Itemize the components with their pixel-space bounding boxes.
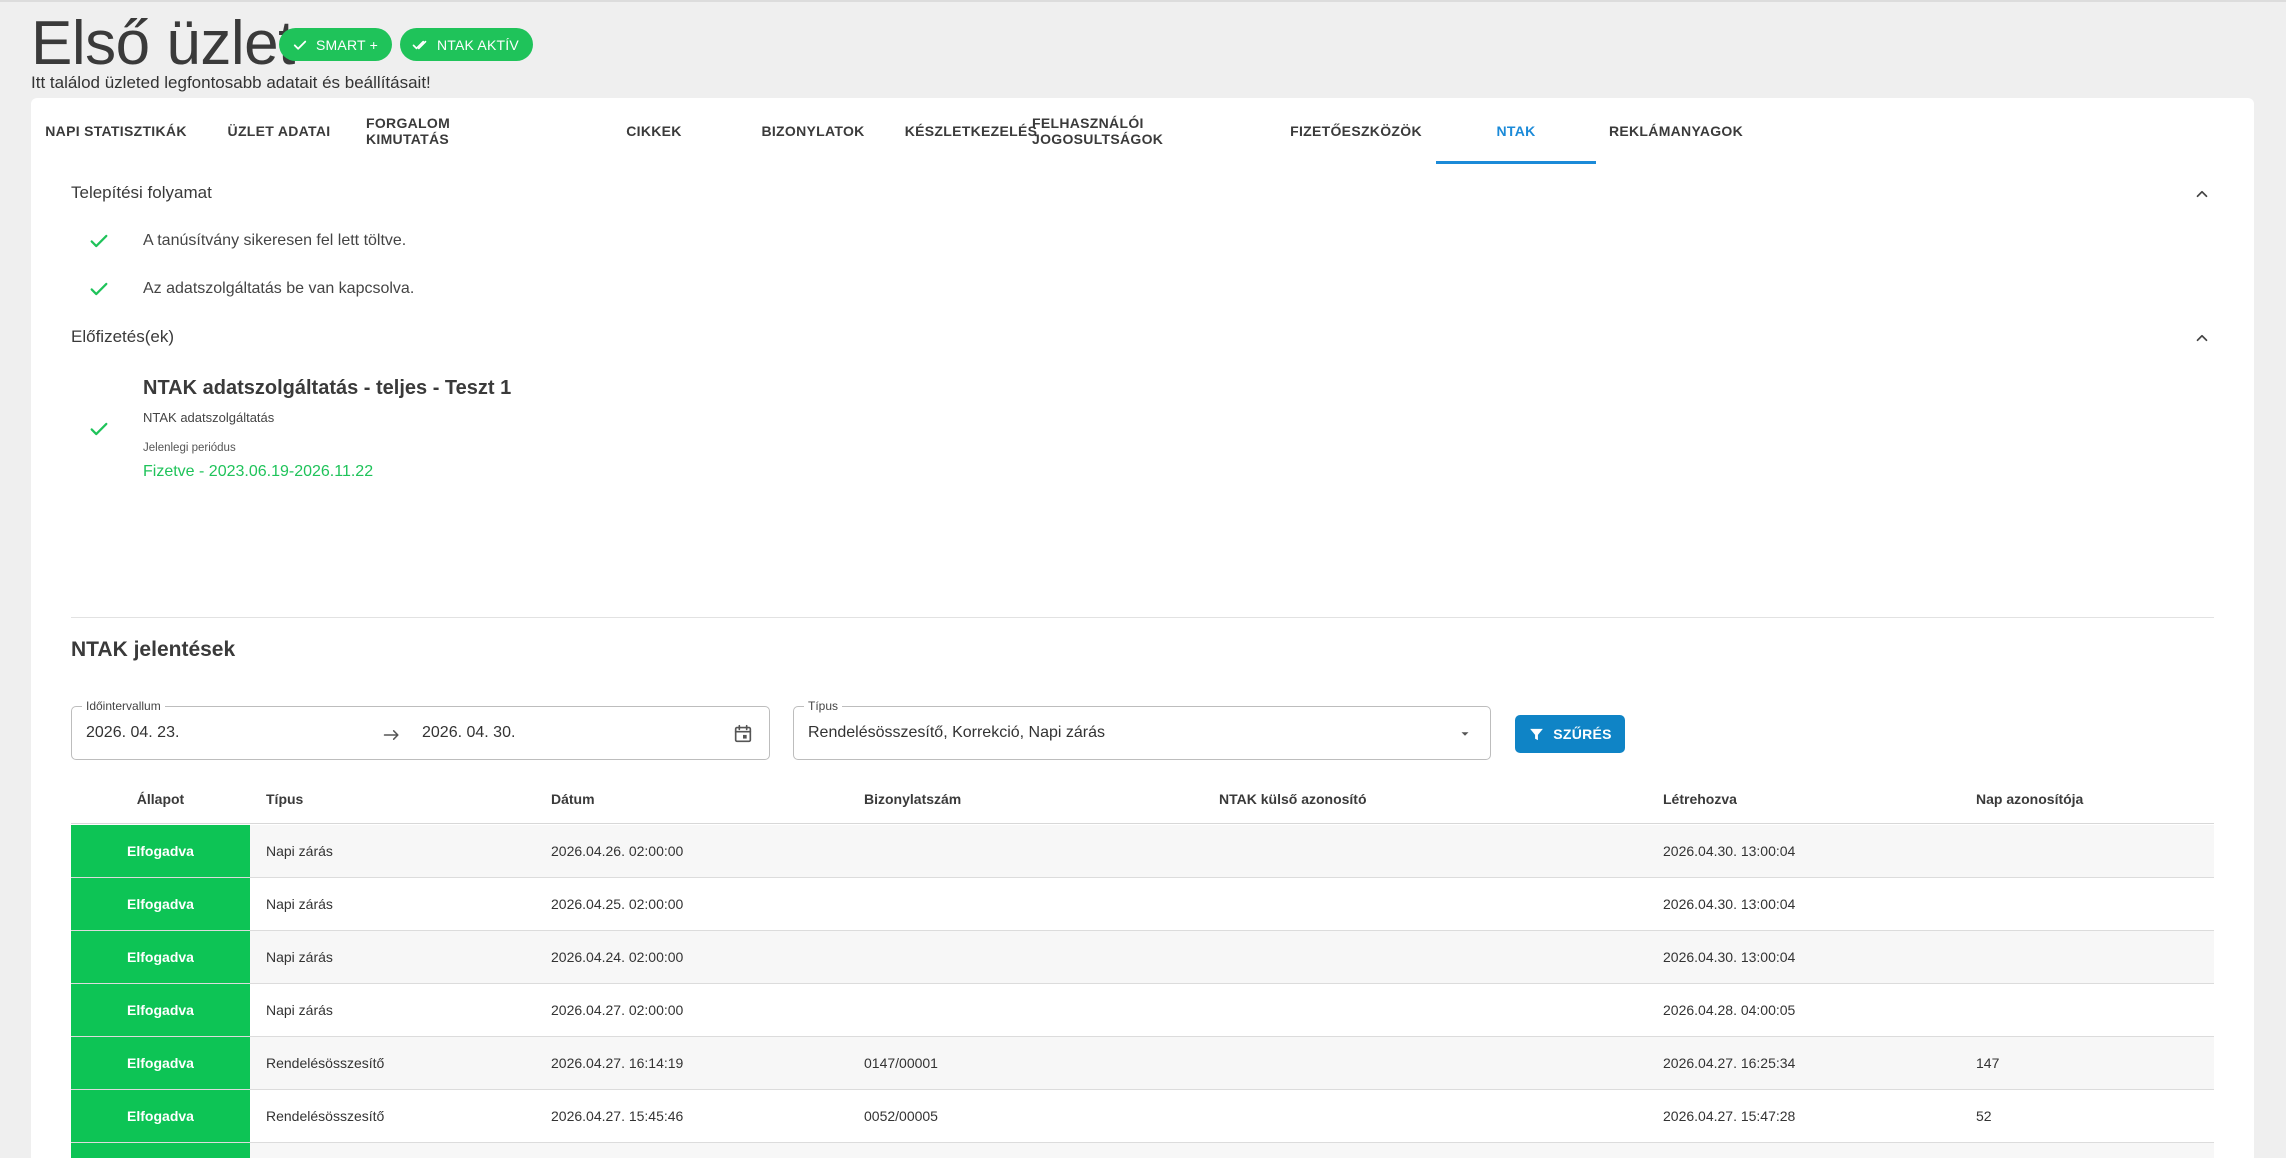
smart-plus-badge: SMART + [279,28,392,61]
cell-day-id: 147 [1976,1055,2000,1071]
cell-date: 2026.04.27. 02:00:00 [551,1002,684,1018]
date-from-input[interactable]: 2026. 04. 23. [86,724,179,742]
install-step: A tanúsítvány sikeresen fel lett töltve. [143,232,407,249]
install-step: Az adatszolgáltatás be van kapcsolva. [143,280,415,297]
tab-bizonylatok[interactable]: BIZONYLATOK [733,108,893,154]
tab-fizetoeszkozok[interactable]: FIZETŐESZKÖZÖK [1281,108,1431,154]
tab-uzlet-adatai[interactable]: ÜZLET ADATAI [224,108,334,154]
table-row[interactable]: Elfogadva Rendelésösszesítő 2026.04.27. … [71,1037,2214,1090]
table-row[interactable] [71,1143,2214,1158]
cell-created: 2026.04.27. 16:25:34 [1663,1055,1796,1071]
type-value: Rendelésösszesítő, Korrekció, Napi zárás [808,724,1106,741]
tab-reklamanyagok[interactable]: REKLÁMANYAGOK [1596,108,1756,154]
cell-date: 2026.04.27. 16:14:19 [551,1055,684,1071]
filter-icon [1530,728,1544,740]
status-badge: Elfogadva [71,825,250,877]
cell-type: Rendelésösszesítő [266,1055,385,1071]
cell-created: 2026.04.27. 15:47:28 [1663,1108,1796,1124]
date-range-picker[interactable]: Időintervallum 2026. 04. 23. 2026. 04. 3… [71,699,770,760]
date-range-label: Időintervallum [82,699,165,713]
status-badge: Elfogadva [71,1090,250,1142]
tab-cikkek[interactable]: CIKKEK [574,108,734,154]
chevron-up-icon[interactable] [2193,329,2211,347]
subscriptions-section-heading[interactable]: Előfizetés(ek) [71,327,174,347]
cell-day-id: 52 [1976,1108,1992,1124]
content-card: NAPI STATISZTIKÁK ÜZLET ADATAI FORGALOM … [31,98,2254,1158]
tab-felhasznaloi-jogosultsagok[interactable]: FELHASZNÁLÓI JOGOSULTSÁGOK [1032,108,1272,154]
tab-forgalom-kimutatas[interactable]: FORGALOM KIMUTATÁS [366,108,536,154]
cell-created: 2026.04.30. 13:00:04 [1663,949,1796,965]
cell-date: 2026.04.25. 02:00:00 [551,896,684,912]
period-value: Fizetve - 2023.06.19-2026.11.22 [143,463,374,480]
check-icon [90,282,108,296]
page-subtitle: Itt találod üzleted legfontosabb adatait… [31,73,431,92]
status-badge: Elfogadva [71,1037,250,1089]
column-header-type[interactable]: Típus [266,774,303,824]
status-badge: Elfogadva [71,878,250,930]
cell-date: 2026.04.24. 02:00:00 [551,949,684,965]
active-tab-indicator [1436,161,1596,164]
cell-type: Napi zárás [266,843,333,859]
type-select[interactable]: Típus Rendelésösszesítő, Korrekció, Napi… [793,699,1491,760]
subscription-description: NTAK adatszolgáltatás [143,410,275,425]
badge-label: NTAK AKTÍV [437,36,519,53]
cell-type: Napi zárás [266,896,333,912]
tab-ntak[interactable]: NTAK [1436,108,1596,154]
cell-type: Napi zárás [266,949,333,965]
subscription-title: NTAK adatszolgáltatás - teljes - Teszt 1 [143,377,512,399]
calendar-icon[interactable] [732,723,754,745]
reports-title: NTAK jelentések [71,638,236,661]
check-icon [90,234,108,248]
check-icon [293,40,307,50]
filter-button[interactable]: SZŰRÉS [1515,715,1625,753]
chevron-up-icon[interactable] [2193,185,2211,203]
column-header-day-id[interactable]: Nap azonosítója [1976,774,2083,824]
tab-keszletkezeles[interactable]: KÉSZLETKEZELÉS [891,108,1051,154]
cell-document-number: 0052/00005 [864,1108,938,1124]
check-icon [90,422,108,436]
cell-date: 2026.04.26. 02:00:00 [551,843,684,859]
cell-created: 2026.04.30. 13:00:04 [1663,896,1796,912]
table-row[interactable]: Elfogadva Napi zárás 2026.04.26. 02:00:0… [71,825,2214,878]
cell-document-number: 0147/00001 [864,1055,938,1071]
section-divider [71,617,2214,618]
column-header-ntak-external-id[interactable]: NTAK külső azonosító [1219,774,1367,824]
cell-type: Napi zárás [266,1002,333,1018]
badge-label: SMART + [316,36,378,53]
column-header-status[interactable]: Állapot [71,774,250,824]
status-badge: Elfogadva [71,984,250,1036]
double-check-icon [412,40,427,49]
column-header-document-number[interactable]: Bizonylatszám [864,774,961,824]
date-to-input[interactable]: 2026. 04. 30. [422,724,515,742]
period-label: Jelenlegi periódus [143,442,236,454]
cell-type: Rendelésösszesítő [266,1108,385,1124]
table-row[interactable]: Elfogadva Rendelésösszesítő 2026.04.27. … [71,1090,2214,1143]
page-title: Első üzlet [31,9,295,78]
top-edge [0,0,2286,2]
install-section-heading[interactable]: Telepítési folyamat [71,183,212,203]
table-row[interactable]: Elfogadva Napi zárás 2026.04.27. 02:00:0… [71,984,2214,1037]
column-header-date[interactable]: Dátum [551,774,595,824]
reports-table-header: Állapot Típus Dátum Bizonylatszám NTAK k… [71,774,2214,824]
type-label: Típus [804,699,843,713]
arrow-right-icon [383,730,399,740]
table-row[interactable]: Elfogadva Napi zárás 2026.04.24. 02:00:0… [71,931,2214,984]
tab-bar: NAPI STATISZTIKÁK ÜZLET ADATAI FORGALOM … [31,108,1831,164]
ntak-active-badge: NTAK AKTÍV [400,28,533,61]
cell-created: 2026.04.28. 04:00:05 [1663,1002,1796,1018]
tab-napi-statisztikak[interactable]: NAPI STATISZTIKÁK [41,108,191,154]
cell-date: 2026.04.27. 15:45:46 [551,1108,684,1124]
status-badge [71,1143,250,1158]
status-badge: Elfogadva [71,931,250,983]
cell-created: 2026.04.30. 13:00:04 [1663,843,1796,859]
filter-button-label: SZŰRÉS [1553,726,1612,742]
column-header-created[interactable]: Létrehozva [1663,774,1737,824]
caret-down-icon[interactable] [1458,727,1472,741]
table-row[interactable]: Elfogadva Napi zárás 2026.04.25. 02:00:0… [71,878,2214,931]
